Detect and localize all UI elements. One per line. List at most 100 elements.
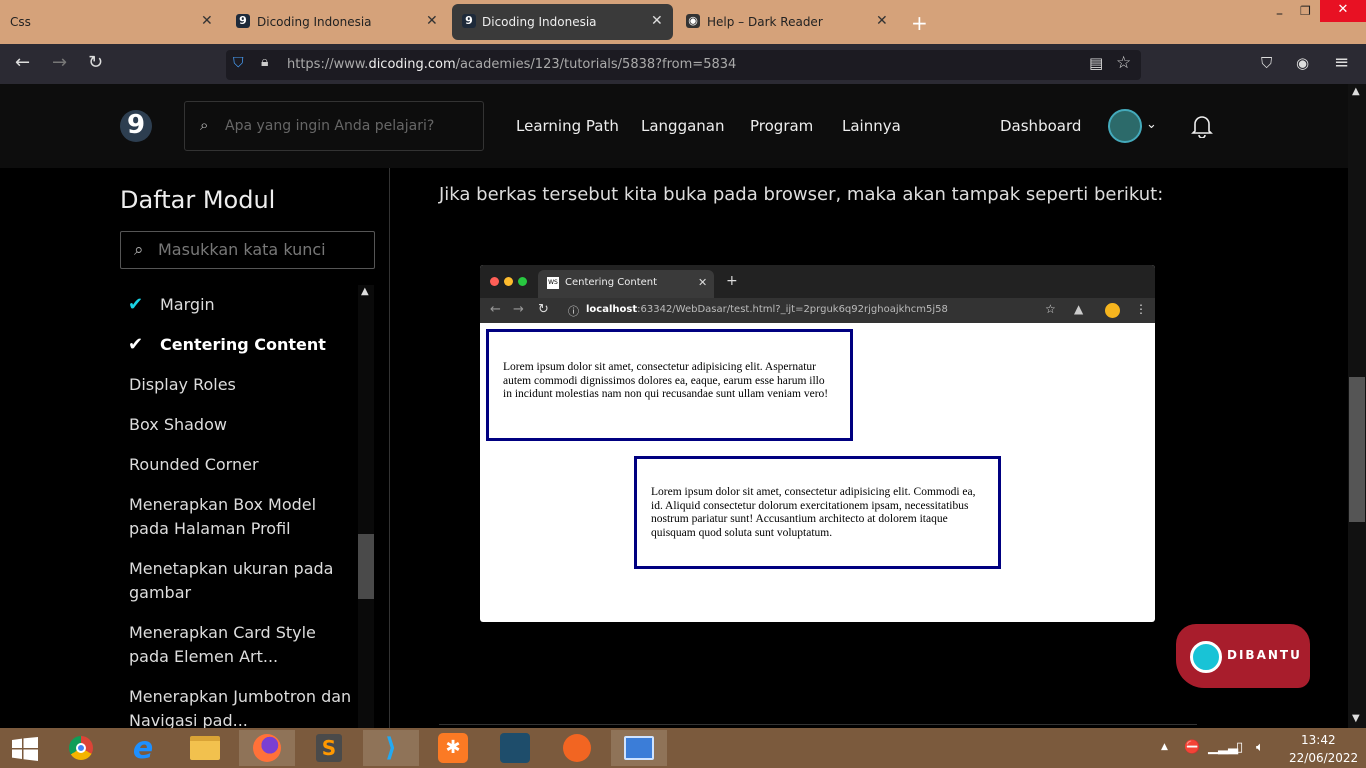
nav-dashboard[interactable]: Dashboard: [1000, 117, 1081, 135]
mysql-workbench-icon[interactable]: [495, 730, 535, 766]
xampp-icon[interactable]: ✱: [433, 730, 473, 766]
drawing-app-icon[interactable]: [557, 730, 597, 766]
module-item-rounded-corner[interactable]: Rounded Corner: [129, 453, 354, 477]
sidebar-scroll-thumb[interactable]: [358, 534, 374, 599]
search-icon: ⌕: [200, 116, 209, 134]
forward-icon[interactable]: →: [52, 52, 67, 73]
browser-tab-bar: Css ✕ 9 Dicoding Indonesia ✕ 9 Dicoding …: [0, 0, 1366, 44]
module-item-margin[interactable]: Margin: [160, 293, 385, 317]
dark-reader-icon: ◉: [686, 14, 700, 28]
module-item-jumbotron[interactable]: Menerapkan Jumbotron dan Navigasi pad...: [129, 685, 354, 728]
chevron-up-icon[interactable]: ▲: [361, 286, 369, 297]
sidebar-scrollbar[interactable]: [358, 285, 374, 728]
check-icon: ✔: [128, 294, 144, 315]
example-tab-bar: WS Centering Content ✕ +: [480, 265, 1155, 298]
clock-date[interactable]: 22/06/2022: [1289, 751, 1358, 765]
new-tab-button[interactable]: +: [911, 11, 928, 35]
internet-explorer-icon[interactable]: e: [123, 730, 163, 766]
content-paragraph: Jika berkas tersebut kita buka pada brow…: [439, 184, 1164, 205]
minimize-button[interactable]: –: [1276, 6, 1283, 22]
control-panel-icon[interactable]: [611, 730, 667, 766]
drive-icon: ▲: [1074, 302, 1084, 316]
module-item-ukuran-gambar[interactable]: Menetapkan ukuran pada gambar: [129, 557, 354, 605]
example-url-host: localhost: [586, 304, 638, 315]
menu-icon[interactable]: ≡: [1334, 52, 1349, 73]
nav-program[interactable]: Program: [750, 117, 813, 135]
chevron-down-icon[interactable]: ▼: [1352, 713, 1360, 724]
info-icon: ⓘ: [568, 305, 579, 318]
url-path: /academies/123/tutorials/5838?from=5834: [455, 57, 737, 72]
extension-icon: [1105, 303, 1120, 318]
tab-title: Css: [10, 15, 31, 29]
dark-reader-extension-icon[interactable]: ◉: [1296, 54, 1309, 72]
minimize-dot: [504, 277, 513, 286]
close-icon[interactable]: ✕: [426, 13, 438, 29]
tab-dicoding-1[interactable]: 9 Dicoding Indonesia ✕: [226, 0, 448, 44]
page-scroll-thumb[interactable]: [1349, 377, 1365, 522]
tab-dicoding-active[interactable]: 9 Dicoding Indonesia ✕: [452, 4, 673, 40]
clock-time[interactable]: 13:42: [1301, 733, 1336, 747]
module-search-placeholder: Masukkan kata kunci: [158, 240, 326, 259]
bell-icon[interactable]: [1191, 114, 1213, 138]
reader-view-icon[interactable]: ▤: [1089, 54, 1103, 72]
chrome-icon[interactable]: [61, 730, 101, 766]
battery-icon[interactable]: ▯: [1236, 740, 1243, 755]
robot-icon: [1190, 641, 1222, 673]
dicoding-logo[interactable]: 9: [120, 110, 152, 142]
nav-lainnya[interactable]: Lainnya: [842, 117, 901, 135]
pocket-icon[interactable]: ⛉: [1261, 54, 1272, 72]
plus-icon: +: [726, 273, 738, 289]
network-warning-icon[interactable]: ⛔: [1184, 740, 1200, 755]
avatar[interactable]: [1108, 109, 1142, 143]
module-item-box-shadow[interactable]: Box Shadow: [129, 413, 354, 437]
vscode-icon[interactable]: ⟩: [363, 730, 419, 766]
close-window-button[interactable]: ✕: [1320, 0, 1366, 22]
wifi-signal-icon[interactable]: ▁▂▃: [1208, 740, 1238, 755]
close-icon[interactable]: ✕: [201, 13, 213, 29]
chevron-down-icon[interactable]: ⌄: [1146, 117, 1157, 132]
example-box-left: Lorem ipsum dolor sit amet, consectetur …: [486, 329, 853, 441]
tab-css[interactable]: Css ✕: [0, 0, 222, 44]
file-explorer-icon[interactable]: [185, 730, 225, 766]
webstorm-icon: WS: [547, 277, 559, 289]
windows-start-icon[interactable]: [12, 737, 38, 761]
example-screenshot: WS Centering Content ✕ + ← → ↻ ⓘ localho…: [480, 265, 1155, 622]
maximize-dot: [518, 277, 527, 286]
tab-title: Dicoding Indonesia: [482, 15, 597, 29]
site-search-placeholder: Apa yang ingin Anda pelajari?: [225, 118, 435, 134]
example-toolbar: ← → ↻ ⓘ localhost:63342/WebDasar/test.ht…: [480, 298, 1155, 323]
module-list-title: Daftar Modul: [120, 186, 276, 214]
module-item-centering-content[interactable]: Centering Content: [160, 333, 385, 357]
show-hidden-icons-icon[interactable]: ▲: [1161, 742, 1168, 752]
reload-icon[interactable]: ↻: [88, 52, 103, 73]
example-tab: WS Centering Content ✕: [538, 270, 714, 298]
example-box-centered: Lorem ipsum dolor sit amet, consectetur …: [634, 456, 1001, 569]
shield-icon[interactable]: ⛉: [233, 55, 244, 71]
dicoding-favicon-icon: 9: [236, 14, 250, 28]
url-prefix: https://www.: [287, 57, 369, 72]
back-icon[interactable]: ←: [15, 52, 30, 73]
sublime-text-icon[interactable]: S: [309, 730, 349, 766]
module-item-display-roles[interactable]: Display Roles: [129, 373, 354, 397]
module-item-card-style[interactable]: Menerapkan Card Style pada Elemen Art...: [129, 621, 354, 669]
more-icon: ⋮: [1135, 302, 1147, 316]
search-icon: ⌕: [134, 240, 144, 260]
back-icon: ←: [490, 302, 501, 317]
url-text[interactable]: https://www.dicoding.com/academies/123/t…: [287, 57, 736, 72]
close-dot: [490, 277, 499, 286]
tab-title: Help – Dark Reader: [707, 15, 823, 29]
maximize-button[interactable]: ❐: [1300, 4, 1311, 18]
firefox-icon[interactable]: [239, 730, 295, 766]
tab-dark-reader[interactable]: ◉ Help – Dark Reader ✕: [676, 0, 898, 44]
chevron-up-icon[interactable]: ▲: [1352, 86, 1360, 97]
close-icon[interactable]: ✕: [876, 13, 888, 29]
lock-icon[interactable]: 🔒︎: [261, 54, 268, 70]
divider: [439, 724, 1197, 725]
chat-help-label: DIBANTU: [1227, 648, 1302, 662]
close-icon[interactable]: ✕: [651, 13, 663, 29]
module-item-box-model[interactable]: Menerapkan Box Model pada Halaman Profil: [129, 493, 354, 541]
volume-icon[interactable]: 🔈︎: [1256, 740, 1264, 755]
bookmark-star-icon[interactable]: ☆: [1116, 53, 1131, 73]
nav-learning-path[interactable]: Learning Path: [516, 117, 619, 135]
nav-langganan[interactable]: Langganan: [641, 117, 725, 135]
